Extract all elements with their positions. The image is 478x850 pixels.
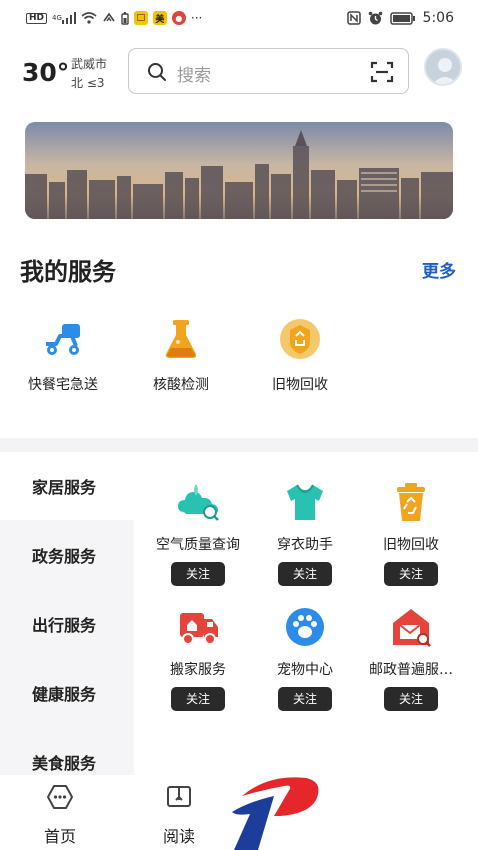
hotspot-icon — [102, 12, 116, 24]
air-quality-icon — [178, 484, 219, 521]
weather-temperature[interactable]: 30° — [22, 58, 69, 87]
delivery-scooter-icon — [46, 324, 80, 355]
wifi-icon — [81, 12, 97, 24]
post-house-icon — [393, 609, 431, 647]
weather-city[interactable]: 武威市 — [71, 55, 107, 72]
search-icon — [148, 63, 166, 81]
status-left-icons: HD 4G □ 美 ● ··· — [26, 11, 202, 25]
my-services-title: 我的服务 — [20, 258, 116, 286]
battery-icon — [389, 11, 416, 25]
follow-button[interactable]: 关注 — [278, 687, 332, 711]
weather-wind: 北 ≤3 — [71, 76, 105, 90]
book-icon — [167, 786, 191, 807]
category-panel: 家居服务 政务服务 出行服务 健康服务 美食服务 空气质量查询 关注 穿衣助手 … — [0, 452, 478, 777]
follow-button[interactable]: 关注 — [278, 562, 332, 586]
city-skyline-banner[interactable] — [25, 122, 453, 219]
category-list: 家居服务 政务服务 出行服务 健康服务 美食服务 — [0, 452, 134, 777]
follow-button[interactable]: 关注 — [384, 562, 438, 586]
notification-overflow: ··· — [190, 11, 203, 25]
home-icon — [47, 785, 73, 809]
category-travel-services[interactable]: 出行服务 — [0, 590, 134, 658]
meituan-icon: 美 — [152, 11, 167, 25]
recycle-badge-icon — [280, 319, 320, 359]
moving-truck-icon — [180, 613, 218, 645]
service-label: 邮政普遍服… — [369, 662, 453, 678]
paw-icon — [286, 608, 324, 646]
service-moving[interactable]: 搬家服务 关注 — [143, 607, 253, 711]
category-health-services[interactable]: 健康服务 — [0, 659, 134, 727]
my-service-label: 核酸检测 — [153, 377, 209, 393]
service-label: 宠物中心 — [277, 662, 333, 678]
my-service-nucleic-test[interactable]: 核酸检测 — [131, 318, 231, 394]
search-placeholder: 搜索 — [177, 66, 211, 86]
recycle-bin-icon — [397, 483, 425, 521]
clock-time: 5:06 — [422, 10, 454, 26]
my-service-delivery[interactable]: 快餐宅急送 — [13, 318, 113, 394]
nav-label: 阅读 — [162, 827, 195, 846]
service-label: 空气质量查询 — [156, 537, 240, 553]
skyline-image — [25, 122, 453, 219]
service-recycle[interactable]: 旧物回收 关注 — [356, 482, 466, 586]
app-red-icon: ● — [171, 11, 186, 25]
service-air-quality[interactable]: 空气质量查询 关注 — [143, 482, 253, 586]
service-clothing-assistant[interactable]: 穿衣助手 关注 — [250, 482, 360, 586]
header: 30° 武威市 北 ≤3 搜索 — [0, 44, 478, 100]
nav-label: 首页 — [43, 827, 76, 846]
tshirt-icon — [287, 484, 323, 520]
nfc-icon — [346, 11, 361, 25]
search-input[interactable]: 搜索 — [128, 48, 409, 94]
test-flask-icon — [165, 320, 197, 358]
battery-saver-icon — [121, 11, 129, 25]
scan-icon[interactable] — [370, 60, 394, 84]
status-bar: HD 4G □ 美 ● ··· 5:06 — [0, 0, 478, 36]
service-label: 穿衣助手 — [277, 537, 333, 553]
network-type-label: 4G — [52, 13, 62, 22]
brand-logo-icon — [232, 777, 319, 850]
service-postal[interactable]: 邮政普遍服… 关注 — [356, 607, 466, 711]
signal-4g-icon: 4G — [52, 12, 76, 24]
follow-button[interactable]: 关注 — [384, 687, 438, 711]
service-label: 旧物回收 — [383, 537, 439, 553]
service-pet-center[interactable]: 宠物中心 关注 — [250, 607, 360, 711]
follow-button[interactable]: 关注 — [171, 562, 225, 586]
section-divider — [0, 438, 478, 452]
my-service-label: 快餐宅急送 — [28, 377, 98, 393]
alarm-icon — [368, 11, 383, 26]
follow-button[interactable]: 关注 — [171, 687, 225, 711]
nav-read[interactable]: 阅读 — [144, 783, 214, 847]
service-label: 搬家服务 — [170, 662, 226, 678]
my-service-recycle[interactable]: 旧物回收 — [250, 318, 350, 394]
hd-icon: HD — [26, 12, 48, 24]
category-government-services[interactable]: 政务服务 — [0, 521, 134, 589]
category-home-services[interactable]: 家居服务 — [0, 452, 134, 520]
my-service-label: 旧物回收 — [272, 377, 328, 393]
avatar[interactable] — [424, 48, 462, 86]
status-right-icons: 5:06 — [346, 10, 454, 26]
more-link[interactable]: 更多 — [422, 257, 456, 282]
nav-home[interactable]: 首页 — [25, 783, 95, 847]
app-yellow-icon: □ — [133, 11, 148, 25]
